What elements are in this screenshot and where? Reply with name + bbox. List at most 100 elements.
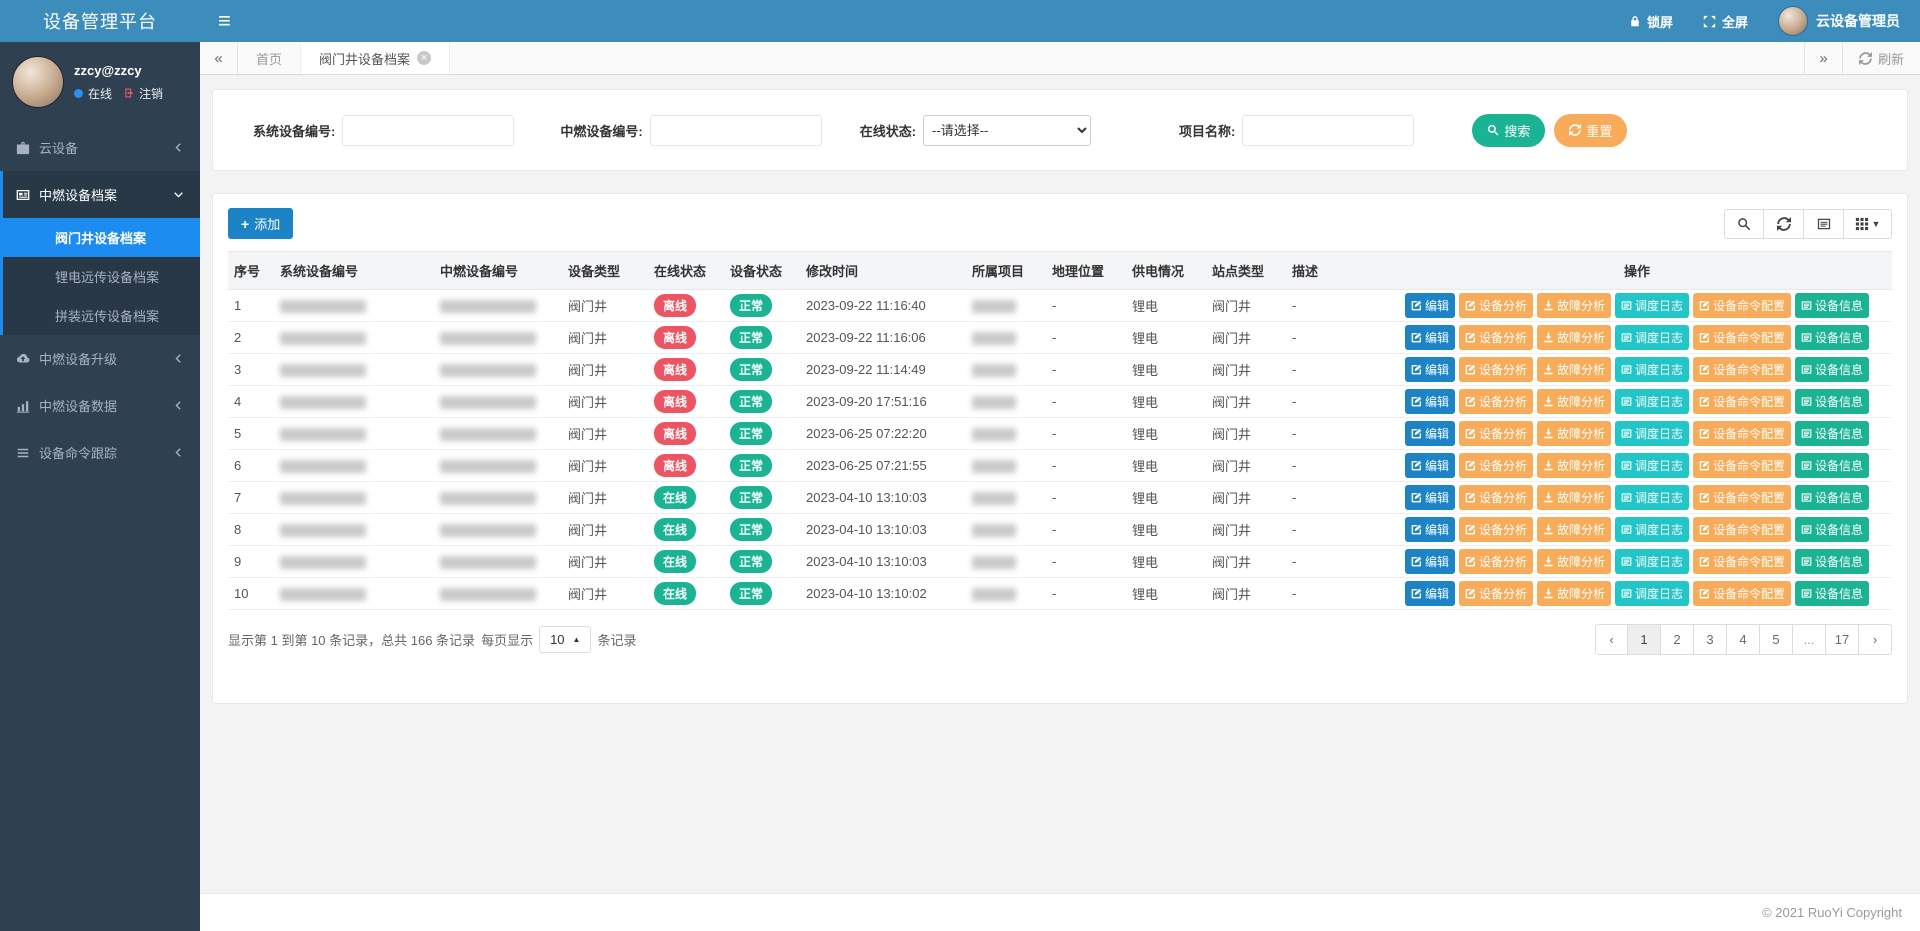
edit-button[interactable]: 编辑 bbox=[1405, 389, 1455, 414]
sidebar-item-device-upgrade[interactable]: 中燃设备升级 bbox=[0, 335, 200, 382]
fault-analysis-button[interactable]: 故障分析 bbox=[1537, 357, 1611, 382]
fault-analysis-button[interactable]: 故障分析 bbox=[1537, 421, 1611, 446]
edit-button[interactable]: 编辑 bbox=[1405, 357, 1455, 382]
sidebar-item-lithium-remote-archive[interactable]: 锂电远传设备档案 bbox=[3, 257, 200, 296]
sidebar-item-command-trace[interactable]: 设备命令跟踪 bbox=[0, 429, 200, 476]
device-analysis-button[interactable]: 设备分析 bbox=[1459, 517, 1533, 542]
table-row[interactable]: 8 阀门井 在线 正常 2023-04-10 13:10:03 - 锂电 阀门井… bbox=[228, 514, 1892, 546]
table-row[interactable]: 9 阀门井 在线 正常 2023-04-10 13:10:03 - 锂电 阀门井… bbox=[228, 546, 1892, 578]
device-info-button[interactable]: 设备信息 bbox=[1795, 517, 1869, 542]
fault-analysis-button[interactable]: 故障分析 bbox=[1537, 389, 1611, 414]
device-info-button[interactable]: 设备信息 bbox=[1795, 293, 1869, 318]
sidebar-item-valve-well-archive[interactable]: 阀门井设备档案 bbox=[3, 218, 200, 257]
zr-device-no-input[interactable] bbox=[650, 115, 822, 146]
page-number[interactable]: 5 bbox=[1760, 624, 1793, 655]
table-row[interactable]: 6 阀门井 离线 正常 2023-06-25 07:21:55 - 锂电 阀门井… bbox=[228, 450, 1892, 482]
dispatch-log-button[interactable]: 调度日志 bbox=[1615, 421, 1689, 446]
edit-button[interactable]: 编辑 bbox=[1405, 421, 1455, 446]
dispatch-log-button[interactable]: 调度日志 bbox=[1615, 293, 1689, 318]
device-analysis-button[interactable]: 设备分析 bbox=[1459, 293, 1533, 318]
page-number[interactable]: 1 bbox=[1628, 624, 1661, 655]
tab-valve-well-archive[interactable]: 阀门井设备档案 × bbox=[301, 42, 450, 74]
admin-user-menu[interactable]: 云设备管理员 bbox=[1778, 6, 1900, 36]
edit-button[interactable]: 编辑 bbox=[1405, 517, 1455, 542]
device-command-config-button[interactable]: 设备命令配置 bbox=[1693, 549, 1791, 574]
device-analysis-button[interactable]: 设备分析 bbox=[1459, 421, 1533, 446]
sidebar-item-assembled-remote-archive[interactable]: 拼装远传设备档案 bbox=[3, 296, 200, 335]
table-row[interactable]: 5 阀门井 离线 正常 2023-06-25 07:22:20 - 锂电 阀门井… bbox=[228, 418, 1892, 450]
device-analysis-button[interactable]: 设备分析 bbox=[1459, 549, 1533, 574]
tabs-scroll-right-icon[interactable]: » bbox=[1804, 42, 1842, 74]
device-command-config-button[interactable]: 设备命令配置 bbox=[1693, 517, 1791, 542]
fault-analysis-button[interactable]: 故障分析 bbox=[1537, 325, 1611, 350]
table-columns-button[interactable]: ▼ bbox=[1844, 209, 1892, 239]
edit-button[interactable]: 编辑 bbox=[1405, 549, 1455, 574]
fullscreen-button[interactable]: 全屏 bbox=[1703, 12, 1748, 31]
edit-button[interactable]: 编辑 bbox=[1405, 581, 1455, 606]
device-command-config-button[interactable]: 设备命令配置 bbox=[1693, 453, 1791, 478]
page-prev[interactable]: ‹ bbox=[1595, 624, 1628, 655]
edit-button[interactable]: 编辑 bbox=[1405, 485, 1455, 510]
table-refresh-button[interactable] bbox=[1764, 209, 1804, 239]
tab-home[interactable]: 首页 bbox=[238, 42, 301, 74]
fault-analysis-button[interactable]: 故障分析 bbox=[1537, 581, 1611, 606]
fault-analysis-button[interactable]: 故障分析 bbox=[1537, 453, 1611, 478]
system-device-no-input[interactable] bbox=[342, 115, 514, 146]
device-command-config-button[interactable]: 设备命令配置 bbox=[1693, 357, 1791, 382]
dispatch-log-button[interactable]: 调度日志 bbox=[1615, 485, 1689, 510]
page-number[interactable]: 2 bbox=[1661, 624, 1694, 655]
table-row[interactable]: 3 阀门井 离线 正常 2023-09-22 11:14:49 - 锂电 阀门井… bbox=[228, 354, 1892, 386]
table-row[interactable]: 10 阀门井 在线 正常 2023-04-10 13:10:02 - 锂电 阀门… bbox=[228, 578, 1892, 610]
fault-analysis-button[interactable]: 故障分析 bbox=[1537, 485, 1611, 510]
page-size-dropdown[interactable]: 10 ▲ bbox=[539, 626, 591, 653]
fault-analysis-button[interactable]: 故障分析 bbox=[1537, 549, 1611, 574]
device-analysis-button[interactable]: 设备分析 bbox=[1459, 581, 1533, 606]
dispatch-log-button[interactable]: 调度日志 bbox=[1615, 389, 1689, 414]
table-detail-view-button[interactable] bbox=[1804, 209, 1844, 239]
tabs-scroll-left-icon[interactable]: « bbox=[200, 42, 238, 74]
device-analysis-button[interactable]: 设备分析 bbox=[1459, 453, 1533, 478]
reset-button[interactable]: 重置 bbox=[1554, 114, 1627, 147]
table-row[interactable]: 2 阀门井 离线 正常 2023-09-22 11:16:06 - 锂电 阀门井… bbox=[228, 322, 1892, 354]
device-info-button[interactable]: 设备信息 bbox=[1795, 421, 1869, 446]
online-status-select[interactable]: --请选择-- bbox=[923, 115, 1091, 146]
device-analysis-button[interactable]: 设备分析 bbox=[1459, 357, 1533, 382]
device-command-config-button[interactable]: 设备命令配置 bbox=[1693, 293, 1791, 318]
device-command-config-button[interactable]: 设备命令配置 bbox=[1693, 325, 1791, 350]
sidebar-item-device-data[interactable]: 中燃设备数据 bbox=[0, 382, 200, 429]
device-info-button[interactable]: 设备信息 bbox=[1795, 581, 1869, 606]
device-analysis-button[interactable]: 设备分析 bbox=[1459, 325, 1533, 350]
table-search-button[interactable] bbox=[1724, 209, 1764, 239]
device-info-button[interactable]: 设备信息 bbox=[1795, 389, 1869, 414]
tab-refresh-button[interactable]: 刷新 bbox=[1842, 42, 1920, 74]
fault-analysis-button[interactable]: 故障分析 bbox=[1537, 517, 1611, 542]
device-command-config-button[interactable]: 设备命令配置 bbox=[1693, 389, 1791, 414]
close-tab-icon[interactable]: × bbox=[417, 51, 431, 65]
project-name-input[interactable] bbox=[1242, 115, 1414, 146]
edit-button[interactable]: 编辑 bbox=[1405, 453, 1455, 478]
table-row[interactable]: 1 阀门井 离线 正常 2023-09-22 11:16:40 - 锂电 阀门井… bbox=[228, 290, 1892, 322]
sidebar-item-cloud-device[interactable]: 云设备 bbox=[0, 124, 200, 171]
logout-link[interactable]: 注销 bbox=[123, 85, 163, 102]
page-number[interactable]: 17 bbox=[1826, 624, 1859, 655]
sidebar-toggle-icon[interactable]: ≡ bbox=[218, 10, 231, 32]
search-button[interactable]: 搜索 bbox=[1472, 114, 1545, 147]
table-row[interactable]: 4 阀门井 离线 正常 2023-09-20 17:51:16 - 锂电 阀门井… bbox=[228, 386, 1892, 418]
lock-screen-button[interactable]: 锁屏 bbox=[1629, 12, 1673, 31]
edit-button[interactable]: 编辑 bbox=[1405, 293, 1455, 318]
device-info-button[interactable]: 设备信息 bbox=[1795, 325, 1869, 350]
user-avatar[interactable] bbox=[12, 56, 64, 108]
page-number[interactable]: 4 bbox=[1727, 624, 1760, 655]
dispatch-log-button[interactable]: 调度日志 bbox=[1615, 357, 1689, 382]
sidebar-item-zr-device-archive[interactable]: 中燃设备档案 bbox=[3, 171, 200, 218]
add-button[interactable]: + 添加 bbox=[228, 208, 293, 239]
page-next[interactable]: › bbox=[1859, 624, 1892, 655]
edit-button[interactable]: 编辑 bbox=[1405, 325, 1455, 350]
device-info-button[interactable]: 设备信息 bbox=[1795, 357, 1869, 382]
dispatch-log-button[interactable]: 调度日志 bbox=[1615, 549, 1689, 574]
device-command-config-button[interactable]: 设备命令配置 bbox=[1693, 581, 1791, 606]
device-command-config-button[interactable]: 设备命令配置 bbox=[1693, 485, 1791, 510]
dispatch-log-button[interactable]: 调度日志 bbox=[1615, 517, 1689, 542]
dispatch-log-button[interactable]: 调度日志 bbox=[1615, 581, 1689, 606]
fault-analysis-button[interactable]: 故障分析 bbox=[1537, 293, 1611, 318]
